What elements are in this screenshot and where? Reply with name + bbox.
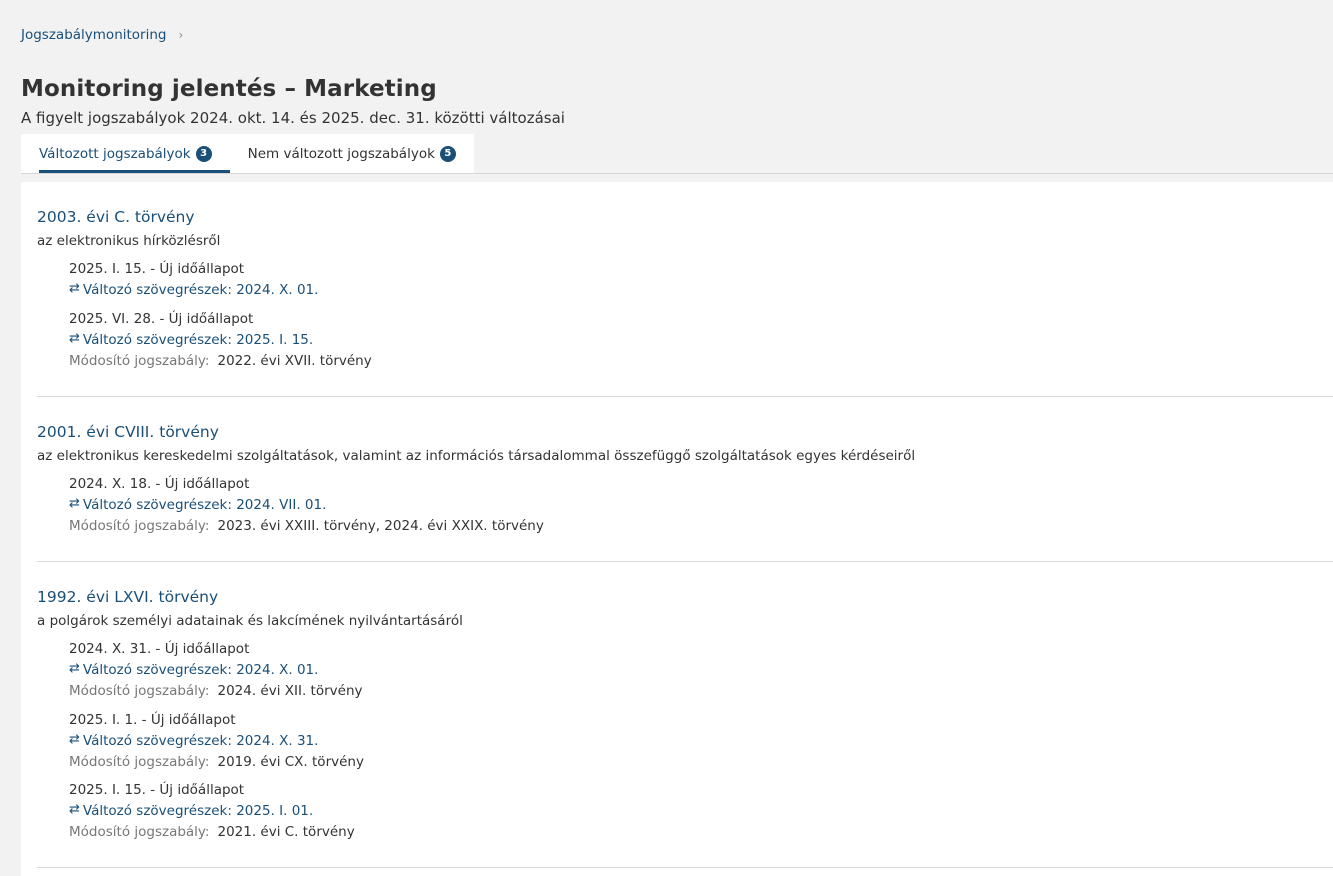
modifier-value: 2019. évi CX. törvény bbox=[217, 754, 364, 770]
tab-unchanged-laws[interactable]: Nem változott jogszabályok 5 bbox=[230, 134, 474, 173]
changed-text-label: Változó szövegrészek: 2024. X. 31. bbox=[82, 733, 319, 749]
changed-text-label: Változó szövegrészek: 2025. I. 01. bbox=[82, 803, 314, 819]
state-date: 2024. X. 18. - Új időállapot bbox=[69, 476, 250, 492]
changed-text-link[interactable]: ⇄ Változó szövegrészek: 2025. I. 01. bbox=[69, 801, 314, 820]
law-description: az elektronikus kereskedelmi szolgáltatá… bbox=[37, 448, 916, 464]
modifier-label: Módosító jogszabály: bbox=[69, 824, 210, 840]
count-badge: 5 bbox=[439, 145, 456, 162]
modifier-value: 2023. évi XXIII. törvény, 2024. évi XXIX… bbox=[217, 518, 544, 534]
modifier-row: Módosító jogszabály: 2023. évi XXIII. tör… bbox=[69, 518, 544, 534]
changed-text-link[interactable]: ⇄ Változó szövegrészek: 2024. X. 01. bbox=[69, 660, 319, 679]
breadcrumb-link-jogszabalymonitoring[interactable]: Jogszabálymonitoring bbox=[21, 27, 166, 43]
tab-changed-laws[interactable]: Változott jogszabályok 3 bbox=[21, 134, 230, 173]
swap-arrows-icon: ⇄ bbox=[69, 660, 80, 676]
changed-text-label: Változó szövegrészek: 2024. VII. 01. bbox=[82, 497, 327, 513]
swap-arrows-icon: ⇄ bbox=[69, 495, 80, 511]
state-date: 2024. X. 31. - Új időállapot bbox=[69, 641, 250, 657]
results-panel: 2003. évi C. törvény az elektronikus hír… bbox=[21, 182, 1333, 876]
state-date: 2025. I. 15. - Új időállapot bbox=[69, 261, 245, 277]
law-item: 2001. évi CVIII. törvény az elektronikus… bbox=[37, 423, 1333, 562]
swap-arrows-icon: ⇄ bbox=[69, 330, 80, 346]
breadcrumb: Jogszabálymonitoring › bbox=[21, 27, 183, 43]
law-description: a polgárok személyi adatainak és lakcímé… bbox=[37, 613, 463, 629]
changed-text-link[interactable]: ⇄ Változó szövegrészek: 2024. X. 31. bbox=[69, 731, 319, 750]
changed-text-label: Változó szövegrészek: 2024. X. 01. bbox=[82, 662, 319, 678]
tab-label: Változott jogszabályok bbox=[39, 145, 191, 162]
count-badge: 3 bbox=[195, 145, 212, 162]
modifier-row: Módosító jogszabály: 2022. évi XVII. törv… bbox=[69, 353, 372, 369]
tab-bar: Változott jogszabályok 3 Nem változott j… bbox=[21, 134, 474, 173]
modifier-label: Módosító jogszabály: bbox=[69, 683, 210, 699]
modifier-row: Módosító jogszabály: 2024. évi XII. törvé… bbox=[69, 683, 363, 699]
swap-arrows-icon: ⇄ bbox=[69, 731, 80, 747]
changed-text-link[interactable]: ⇄ Változó szövegrészek: 2024. VII. 01. bbox=[69, 495, 327, 514]
law-title-link[interactable]: 2003. évi C. törvény bbox=[37, 208, 195, 226]
law-description: az elektronikus hírközlésről bbox=[37, 233, 221, 249]
changed-text-label: Változó szövegrészek: 2025. I. 15. bbox=[82, 332, 314, 348]
state-date: 2025. I. 1. - Új időállapot bbox=[69, 712, 236, 728]
changed-text-label: Változó szövegrészek: 2024. X. 01. bbox=[82, 282, 319, 298]
page-title: Monitoring jelentés – Marketing bbox=[21, 76, 437, 102]
state-date: 2025. I. 15. - Új időállapot bbox=[69, 782, 245, 798]
modifier-label: Módosító jogszabály: bbox=[69, 518, 210, 534]
modifier-row: Módosító jogszabály: 2019. évi CX. törvén… bbox=[69, 754, 364, 770]
law-title-link[interactable]: 1992. évi LXVI. törvény bbox=[37, 588, 218, 606]
state-date: 2025. VI. 28. - Új időállapot bbox=[69, 311, 254, 327]
tab-divider bbox=[21, 173, 1333, 174]
modifier-row: Módosító jogszabály: 2021. évi C. törvény bbox=[69, 824, 355, 840]
modifier-value: 2024. évi XII. törvény bbox=[217, 683, 363, 699]
law-title-link[interactable]: 2001. évi CVIII. törvény bbox=[37, 423, 219, 441]
modifier-label: Módosító jogszabály: bbox=[69, 754, 210, 770]
changed-text-link[interactable]: ⇄ Változó szövegrészek: 2024. X. 01. bbox=[69, 280, 319, 299]
modifier-value: 2021. évi C. törvény bbox=[217, 824, 355, 840]
modifier-label: Módosító jogszabály: bbox=[69, 353, 210, 369]
chevron-right-icon: › bbox=[178, 28, 184, 42]
tab-label: Nem változott jogszabályok bbox=[247, 145, 435, 162]
law-item: 1992. évi LXVI. törvény a polgárok szemé… bbox=[37, 588, 1333, 868]
page-subtitle: A figyelt jogszabályok 2024. okt. 14. és… bbox=[21, 109, 565, 127]
modifier-value: 2022. évi XVII. törvény bbox=[217, 353, 372, 369]
law-item: 2003. évi C. törvény az elektronikus hír… bbox=[37, 208, 1333, 397]
changed-text-link[interactable]: ⇄ Változó szövegrészek: 2025. I. 15. bbox=[69, 330, 314, 349]
swap-arrows-icon: ⇄ bbox=[69, 280, 80, 296]
swap-arrows-icon: ⇄ bbox=[69, 801, 80, 817]
